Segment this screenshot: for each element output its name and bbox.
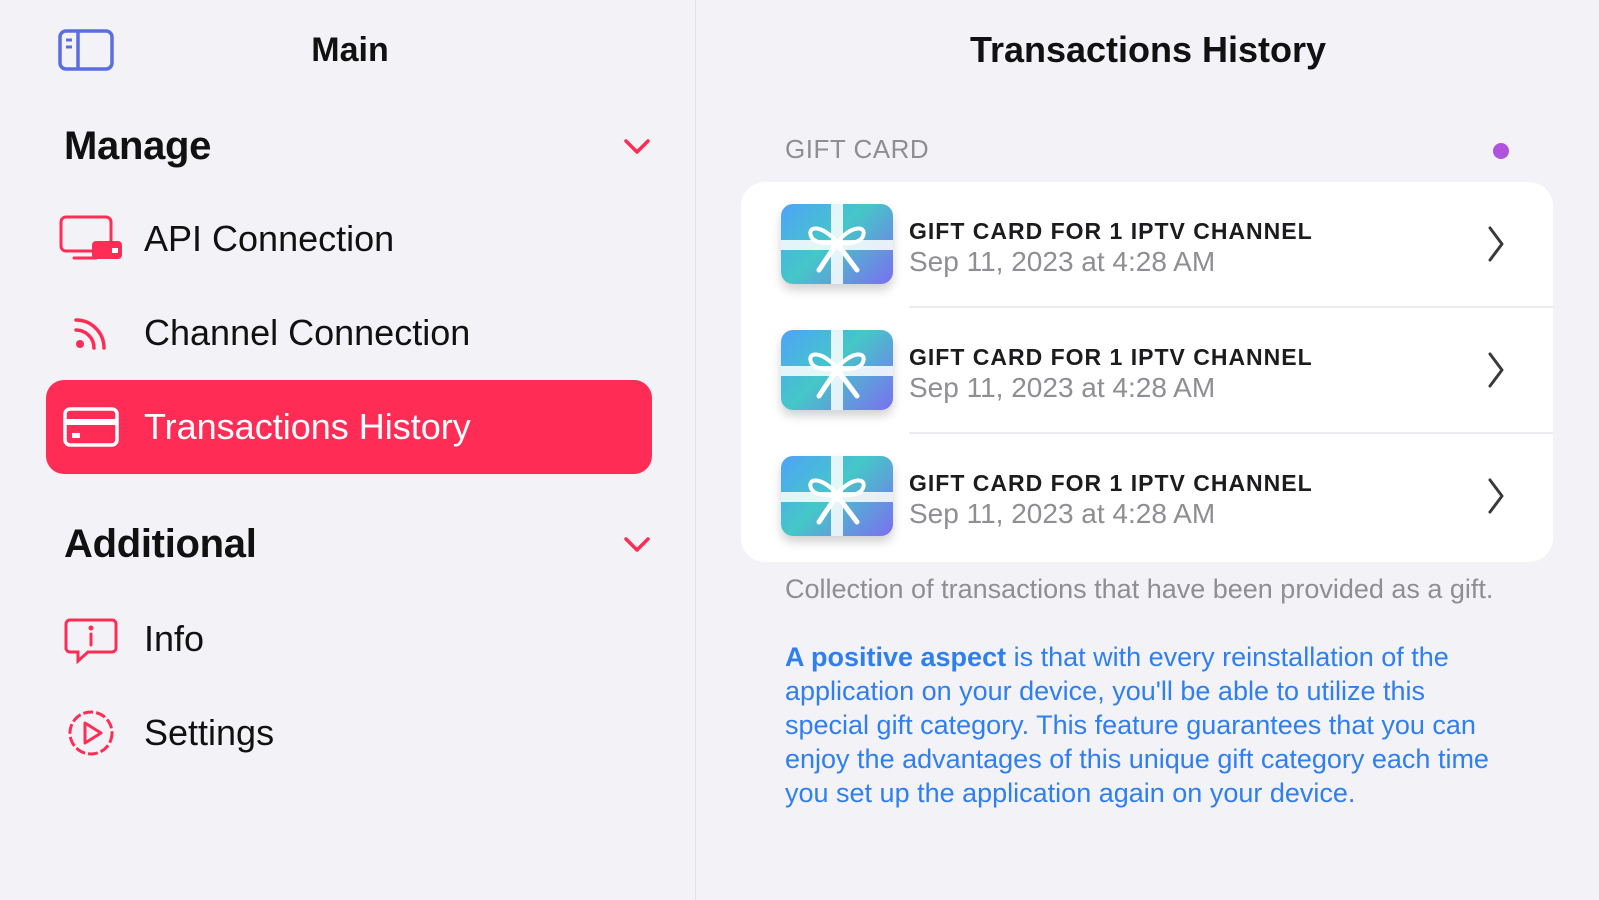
gift-card-icon: [781, 456, 893, 536]
gift-card-icon: [781, 330, 893, 410]
transaction-row[interactable]: GIFT CARD FOR 1 IPTV CHANNEL Sep 11, 202…: [741, 182, 1553, 308]
section-label: Additional: [64, 521, 257, 566]
chevron-right-icon: [1481, 474, 1511, 518]
transaction-date: Sep 11, 2023 at 4:28 AM: [909, 498, 1216, 529]
section-header-additional[interactable]: Additional: [64, 516, 654, 572]
credit-card-icon: [58, 402, 124, 452]
transactions-list: GIFT CARD FOR 1 IPTV CHANNEL Sep 11, 202…: [741, 182, 1553, 562]
sidebar-item-label: Info: [144, 618, 205, 659]
main-content: Transactions History GIFT CARD GIFT CARD…: [697, 0, 1599, 900]
sidebar: Main Manage API Connection Channel Conne…: [0, 0, 696, 900]
info-bubble-icon: [58, 614, 124, 664]
gift-card-icon: [781, 204, 893, 284]
footer-info-lead: A positive aspect: [785, 642, 1007, 672]
sidebar-toggle-icon[interactable]: [58, 28, 114, 72]
chevron-right-icon: [1481, 222, 1511, 266]
transaction-date: Sep 11, 2023 at 4:28 AM: [909, 372, 1216, 403]
chevron-right-icon: [1481, 348, 1511, 392]
status-dot: [1493, 143, 1509, 159]
group-header: GIFT CARD: [785, 134, 930, 164]
transaction-title: GIFT CARD FOR 1 IPTV CHANNEL: [909, 218, 1313, 244]
footer-info: A positive aspect is that with every rei…: [785, 640, 1515, 810]
rss-feed-icon: [58, 308, 124, 358]
footer-note: Collection of transactions that have bee…: [785, 574, 1494, 604]
sidebar-item-channel-connection[interactable]: Channel Connection: [46, 286, 652, 380]
sidebar-item-info[interactable]: Info: [46, 592, 652, 686]
transaction-title: GIFT CARD FOR 1 IPTV CHANNEL: [909, 344, 1313, 370]
chevron-down-icon: [620, 129, 654, 163]
section-header-manage[interactable]: Manage: [64, 118, 654, 174]
transaction-title: GIFT CARD FOR 1 IPTV CHANNEL: [909, 470, 1313, 496]
settings-play-icon: [58, 708, 124, 758]
transaction-row[interactable]: GIFT CARD FOR 1 IPTV CHANNEL Sep 11, 202…: [741, 308, 1553, 434]
monitor-connection-icon: [58, 214, 124, 264]
sidebar-item-label: Channel Connection: [144, 312, 471, 353]
chevron-down-icon: [620, 527, 654, 561]
sidebar-item-label: Transactions History: [144, 406, 471, 447]
sidebar-title: Main: [311, 31, 389, 69]
section-label: Manage: [64, 123, 212, 168]
sidebar-item-settings[interactable]: Settings: [46, 686, 652, 780]
sidebar-item-label: Settings: [144, 712, 275, 753]
transaction-date: Sep 11, 2023 at 4:28 AM: [909, 246, 1216, 277]
page-title: Transactions History: [969, 29, 1327, 70]
transaction-row[interactable]: GIFT CARD FOR 1 IPTV CHANNEL Sep 11, 202…: [741, 434, 1553, 560]
sidebar-item-api-connection[interactable]: API Connection: [46, 192, 652, 286]
sidebar-item-transactions-history[interactable]: Transactions History: [46, 380, 652, 474]
sidebar-item-label: API Connection: [144, 218, 395, 259]
